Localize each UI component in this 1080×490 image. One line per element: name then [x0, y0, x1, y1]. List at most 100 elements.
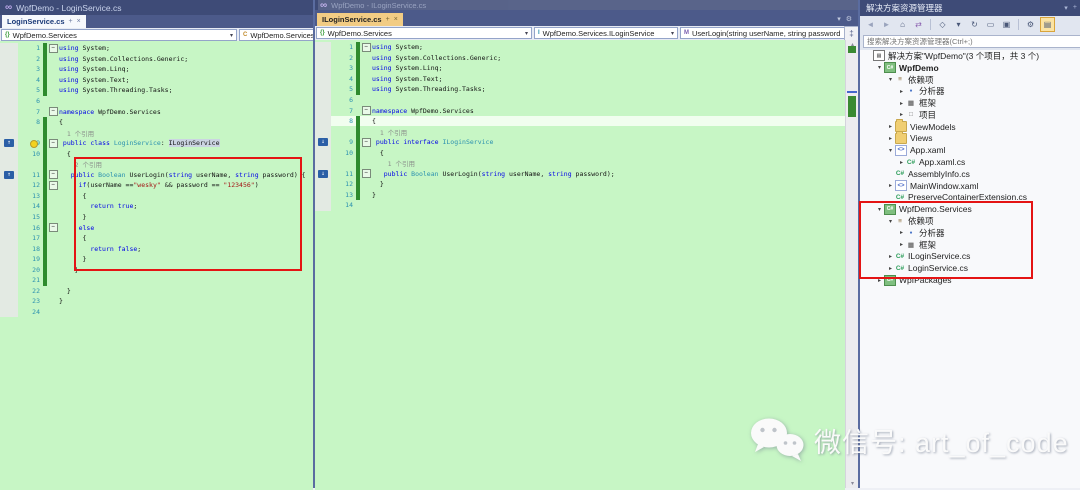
expander-icon[interactable]: ▾	[886, 76, 895, 83]
window-title-bar[interactable]: ∞ WpfDemo - ILoginService.cs	[315, 0, 863, 10]
tree-item-views[interactable]: ▸ Views	[860, 130, 1080, 145]
breadcrumb-dropdown[interactable]: {} WpfDemo.Services ▾	[1, 29, 237, 41]
change-tracking-bar	[43, 253, 47, 265]
expander-icon[interactable]: ▸	[886, 123, 895, 130]
code-line: 15 }	[0, 211, 313, 223]
expander-icon[interactable]: ▸	[875, 277, 884, 284]
back-button[interactable]: ◄	[864, 18, 877, 31]
inheritance-margin-icon[interactable]: ↓	[318, 169, 328, 178]
tab-list-dropdown-icon[interactable]: ▾	[837, 15, 841, 23]
expander-icon[interactable]: ▸	[886, 135, 895, 142]
change-tracking-bar	[356, 147, 360, 159]
tree-item-label: WpfDemo	[899, 62, 939, 73]
home-button[interactable]: ⌂	[896, 18, 909, 31]
fold-toggle[interactable]: −	[48, 223, 58, 233]
breadcrumb-dropdown[interactable]: {} WpfDemo.Services ▾	[316, 27, 532, 39]
code-editor-loginservice[interactable]: 1− using System; 2 using System.Collections…	[0, 41, 313, 490]
tab-iloginservice[interactable]: ILoginService.cs + ×	[317, 13, 403, 26]
tree-item-iloginservice-cs[interactable]: ▸ C# ILoginService.cs	[860, 251, 1080, 263]
inheritance-margin-icon[interactable]: ↓	[318, 138, 328, 147]
code-line: 1− using System;	[0, 43, 313, 54]
tree-item--[interactable]: ▸ ▦ 框架	[860, 239, 1080, 251]
expander-icon[interactable]: ▸	[897, 229, 906, 236]
expander-icon[interactable]: ▾	[875, 64, 884, 71]
panel-title-bar[interactable]: 解决方案资源管理器 ▾ + ×	[860, 0, 1080, 16]
code-text: 1 个引用	[372, 128, 408, 137]
inheritance-margin-icon[interactable]: ↑	[4, 170, 14, 179]
fold-toggle[interactable]: −	[48, 138, 58, 148]
fold-toggle[interactable]: −	[48, 107, 58, 117]
lightbulb-icon[interactable]	[30, 139, 38, 148]
tree-item--[interactable]: ▾ ≡ 依赖项	[860, 74, 1080, 86]
properties-window-button[interactable]: ▣	[1000, 18, 1013, 31]
pin-icon[interactable]: +	[386, 16, 390, 23]
expander-icon[interactable]: ▸	[886, 182, 895, 189]
fold-toggle[interactable]: −	[361, 106, 371, 116]
fold-toggle[interactable]: −	[48, 170, 58, 180]
expander-icon[interactable]: ▸	[897, 88, 906, 95]
search-input[interactable]	[863, 35, 1080, 48]
expander-icon[interactable]: ▸	[897, 159, 906, 166]
tree-item--[interactable]: ▸ ● 分析器	[860, 227, 1080, 239]
fold-toggle[interactable]: −	[48, 180, 58, 190]
window-title-bar[interactable]: ∞ WpfDemo - LoginService.cs	[0, 0, 318, 15]
ns-icon: {}	[5, 32, 10, 38]
expander-icon[interactable]: ▸	[897, 111, 906, 118]
inheritance-margin-icon[interactable]: ↑	[4, 139, 14, 148]
tree-item-mainwindow-xaml[interactable]: ▸ <> MainWindow.xaml	[860, 180, 1080, 192]
codelens-row: 1 个引用	[0, 127, 313, 138]
collapse-all-button[interactable]: ▭	[984, 18, 997, 31]
tree-item-assemblyinfo-cs[interactable]: C# AssemblyInfo.cs	[860, 168, 1080, 180]
expander-icon[interactable]: ▾	[886, 147, 895, 154]
tree-item-wpfdemo[interactable]: ▾ C# WpfDemo	[860, 62, 1080, 74]
tree-item-label: ViewModels	[910, 121, 956, 132]
new-filter-button[interactable]: ◇	[936, 18, 949, 31]
line-number: 18	[32, 244, 40, 253]
change-tracking-bar	[43, 264, 47, 276]
expander-icon[interactable]: ▸	[897, 241, 906, 248]
breadcrumb-dropdown[interactable]: M UserLogin(string userName, string passw…	[680, 27, 860, 39]
tree-item-label: AssemblyInfo.cs	[908, 168, 970, 179]
window-position-icon[interactable]: ▾	[1064, 4, 1068, 12]
pin-icon[interactable]: +	[1073, 4, 1077, 12]
properties-button[interactable]: ⚙	[1024, 18, 1037, 31]
tree-item--[interactable]: ▸ ● 分析器	[860, 85, 1080, 97]
tree-item-preservecontainerextension-cs[interactable]: C# PreserveContainerExtension.cs	[860, 192, 1080, 204]
tree-item-app-xaml-cs[interactable]: ▸ C# App.xaml.cs	[860, 156, 1080, 168]
fold-toggle[interactable]: −	[48, 43, 58, 53]
breadcrumb-dropdown[interactable]: I WpfDemo.Services.ILoginService ▾	[534, 27, 678, 39]
expander-icon[interactable]: ▾	[875, 206, 884, 213]
expander-icon[interactable]: ▸	[897, 100, 906, 107]
tree-item-wpfdemo-services[interactable]: ▾ C# WpfDemo.Services	[860, 203, 1080, 215]
tree-item--[interactable]: ▸ ▦ 框架	[860, 97, 1080, 109]
sync-with-active-document-button[interactable]: ⇄	[912, 18, 925, 31]
tree-item--[interactable]: ▾ ≡ 依赖项	[860, 215, 1080, 227]
expander-icon[interactable]: ▸	[886, 265, 895, 272]
tree-item--[interactable]: ▸ □ 项目	[860, 109, 1080, 121]
tree-item-wpfpackages[interactable]: ▸ C# WpfPackages	[860, 274, 1080, 286]
tree-item-app-xaml[interactable]: ▾ <> App.xaml	[860, 144, 1080, 156]
tree-item--wpfdemo-3-3-[interactable]: ▤ 解决方案"WpfDemo"(3 个项目，共 3 个)	[860, 50, 1080, 62]
code-line: ↑ 9− public class LoginService: ILoginSer…	[0, 137, 313, 149]
show-all-files-button[interactable]: ▤	[1040, 17, 1055, 32]
split-editor-handle[interactable]: ‡	[844, 26, 859, 41]
fold-toggle[interactable]: −	[361, 137, 371, 147]
close-icon[interactable]: ×	[394, 16, 398, 23]
fold-toggle[interactable]: −	[361, 42, 371, 52]
fold-toggle[interactable]: −	[361, 169, 371, 179]
expander-icon[interactable]: ▸	[886, 253, 895, 260]
tab-loginservice[interactable]: LoginService.cs + ×	[2, 15, 86, 28]
close-icon[interactable]: ×	[77, 18, 81, 25]
code-line: 4 using System.Text;	[315, 73, 845, 85]
forward-button[interactable]: ►	[880, 18, 893, 31]
line-number: 1	[349, 43, 353, 52]
code-text: }	[59, 265, 79, 274]
tree-item-viewmodels[interactable]: ▸ ViewModels	[860, 119, 1080, 133]
refresh-button[interactable]: ↻	[968, 18, 981, 31]
filter-dropdown-button[interactable]: ▾	[952, 18, 965, 31]
expander-icon[interactable]: ▾	[886, 218, 895, 225]
tree-item-label: ILoginService.cs	[908, 251, 971, 262]
options-gear-icon[interactable]: ⚙	[846, 15, 852, 23]
tree-item-loginservice-cs[interactable]: ▸ C# LoginService.cs	[860, 262, 1080, 274]
pin-icon[interactable]: +	[69, 18, 73, 25]
